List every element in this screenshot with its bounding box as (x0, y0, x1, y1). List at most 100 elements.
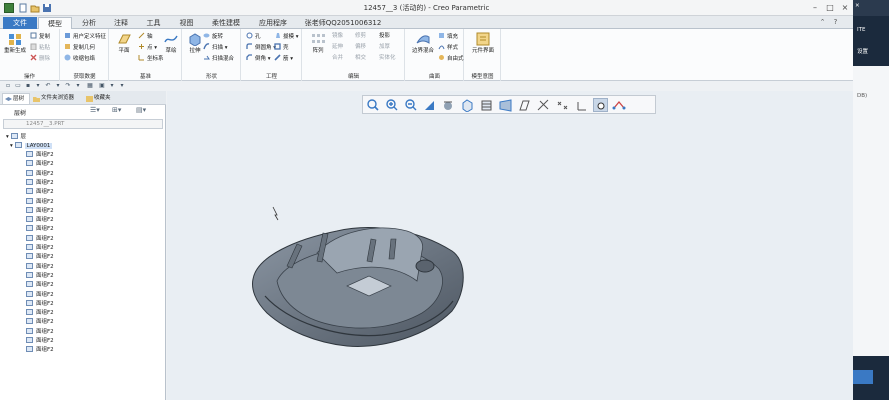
round-button[interactable]: 倒圆角 ▾ (246, 43, 276, 52)
collapse-ribbon-icon[interactable]: ⌃ (818, 18, 827, 27)
new-icon[interactable]: ▫ (4, 82, 12, 90)
hole-button[interactable]: 孔 (246, 32, 261, 41)
draft-button[interactable]: 拔模 ▾ (274, 32, 299, 41)
revolve-button[interactable]: 旋转 (203, 32, 223, 41)
tab-annotate[interactable]: 注释 (106, 17, 136, 29)
extend-button[interactable]: 延伸 (332, 43, 343, 52)
layer-item[interactable]: 面组F2 (26, 290, 54, 300)
save-icon[interactable]: ▪ (24, 82, 32, 90)
layer-item[interactable]: 面组F2 (26, 271, 54, 281)
tab-folder-browser[interactable]: 文件夹浏览器 (31, 93, 82, 104)
quilt-icon (26, 169, 33, 176)
model-selector[interactable]: 12457__3.PRT (3, 119, 163, 129)
layer-item[interactable]: 面组F2 (26, 299, 54, 309)
layer-tools-icon[interactable]: ⊞▾ (112, 106, 121, 114)
dropdown-icon[interactable]: ▾ (54, 82, 62, 90)
graphics-window[interactable] (167, 91, 853, 400)
minimize-button[interactable]: – (808, 2, 822, 14)
close-icon[interactable]: ✕ (855, 3, 860, 9)
tab-custom[interactable]: 张老师QQ2051006312 (297, 17, 389, 29)
shell-button[interactable]: 壳 (274, 43, 289, 52)
tab-applications[interactable]: 应用程序 (250, 17, 296, 29)
tab-analysis[interactable]: 分析 (73, 17, 105, 29)
layer-item[interactable]: 面组F2 (26, 281, 54, 290)
tab-favorites[interactable]: 收藏夹 (84, 93, 118, 104)
freestyle-button[interactable]: 自由式 (438, 54, 464, 63)
regenerate-icon[interactable]: ▦ (86, 82, 94, 90)
close-button[interactable]: × (838, 2, 852, 14)
customize-icon[interactable]: ▾ (118, 82, 126, 90)
axis-button[interactable]: 轴 (138, 32, 153, 41)
delete-button[interactable]: 删除 (30, 54, 50, 63)
layer-item[interactable]: 面组F2 (26, 327, 54, 337)
solidify-button[interactable]: 实体化 (379, 54, 396, 63)
tree-layer-selected[interactable]: ▾ LAY0001 (10, 142, 53, 151)
tab-view[interactable]: 视图 (171, 17, 202, 29)
layer-item[interactable]: 面组F2 (26, 262, 54, 272)
swept-blend-button[interactable]: 扫描混合 (203, 54, 234, 63)
layer-item[interactable]: 面组F2 (26, 178, 54, 188)
layer-item[interactable]: 面组F2 (26, 216, 54, 225)
copy-button[interactable]: 复制 (30, 32, 50, 41)
tab-flexible-modeling[interactable]: 柔性建模 (203, 17, 249, 29)
favorites-icon (86, 96, 93, 102)
open-icon[interactable]: ▭ (14, 82, 22, 90)
style-button[interactable]: 样式 (438, 43, 458, 52)
layer-item[interactable]: 面组F2 (26, 160, 54, 169)
layer-item[interactable]: 面组F2 (26, 188, 54, 197)
fill-button[interactable]: 填充 (438, 32, 458, 41)
side-label-db: DB) (857, 93, 868, 99)
close-window-icon[interactable]: ▾ (108, 82, 116, 90)
shrinkwrap-button[interactable]: 收缩包络 (64, 54, 95, 63)
part-model[interactable] (167, 91, 853, 400)
chamfer-button[interactable]: 倒角 ▾ (246, 54, 271, 63)
tab-model[interactable]: 模型 (38, 17, 72, 29)
merge-button[interactable]: 合并 (332, 54, 343, 63)
layer-item[interactable]: 面组F2 (26, 309, 54, 318)
regenerate-button[interactable]: 重新生成 (2, 31, 28, 63)
layer-item[interactable]: 面组F2 (26, 151, 54, 160)
pattern-button[interactable]: 阵列 (305, 31, 331, 63)
paste-button[interactable]: 粘贴 (30, 43, 50, 52)
project-button[interactable]: 投影 (379, 32, 390, 41)
tab-file[interactable]: 文件 (3, 17, 37, 29)
settings-icon[interactable]: ▤▾ (136, 106, 146, 114)
maximize-button[interactable]: □ (823, 2, 837, 14)
redo-icon[interactable]: ↷ (64, 82, 72, 90)
sketch-button[interactable]: 草绘 (158, 31, 184, 63)
layer-item[interactable]: 面组F2 (26, 244, 54, 253)
tab-layer-tree[interactable]: 层树 (2, 93, 30, 104)
layer-item[interactable]: 面组F2 (26, 346, 54, 355)
regenerate-icon (9, 34, 21, 45)
boundary-blend-button[interactable]: 边界混合 (408, 31, 438, 63)
layer-item[interactable]: 面组F2 (26, 225, 54, 234)
dropdown-icon[interactable]: ▾ (74, 82, 82, 90)
tree-root[interactable]: ▾ 层 (6, 133, 26, 142)
point-button[interactable]: 点 ▾ (138, 43, 157, 52)
component-interface-button[interactable]: 元件界面 (468, 31, 498, 63)
panel-tools: ☰▾ ⊞▾ ▤▾ (90, 106, 160, 116)
layer-item[interactable]: 面组F2 (26, 169, 54, 179)
intersect-button[interactable]: 相交 (355, 54, 366, 63)
layer-item[interactable]: 面组F2 (26, 337, 54, 346)
plane-button[interactable]: 平面 (111, 31, 137, 63)
sweep-button[interactable]: 扫描 ▾ (203, 43, 228, 52)
thicken-button[interactable]: 加厚 (379, 43, 390, 52)
layer-item[interactable]: 面组F2 (26, 206, 54, 216)
tab-tools[interactable]: 工具 (137, 17, 170, 29)
layer-item[interactable]: 面组F2 (26, 253, 54, 262)
help-icon[interactable]: ? (831, 18, 840, 27)
layer-item[interactable]: 面组F2 (26, 318, 54, 327)
mirror-button[interactable]: 镜像 (332, 32, 343, 41)
windows-icon[interactable]: ▣ (98, 82, 106, 90)
trim-button[interactable]: 修剪 (355, 32, 366, 41)
dropdown-icon[interactable]: ▾ (34, 82, 42, 90)
layer-item[interactable]: 面组F2 (26, 197, 54, 207)
show-icon[interactable]: ☰▾ (90, 106, 100, 114)
undo-icon[interactable]: ↶ (44, 82, 52, 90)
udf-button[interactable]: 用户定义特征 (64, 32, 106, 41)
offset-button[interactable]: 偏移 (355, 43, 366, 52)
rib-button[interactable]: 筋 ▾ (274, 54, 293, 63)
copy-geometry-button[interactable]: 复制几何 (64, 43, 95, 52)
layer-item[interactable]: 面组F2 (26, 234, 54, 244)
